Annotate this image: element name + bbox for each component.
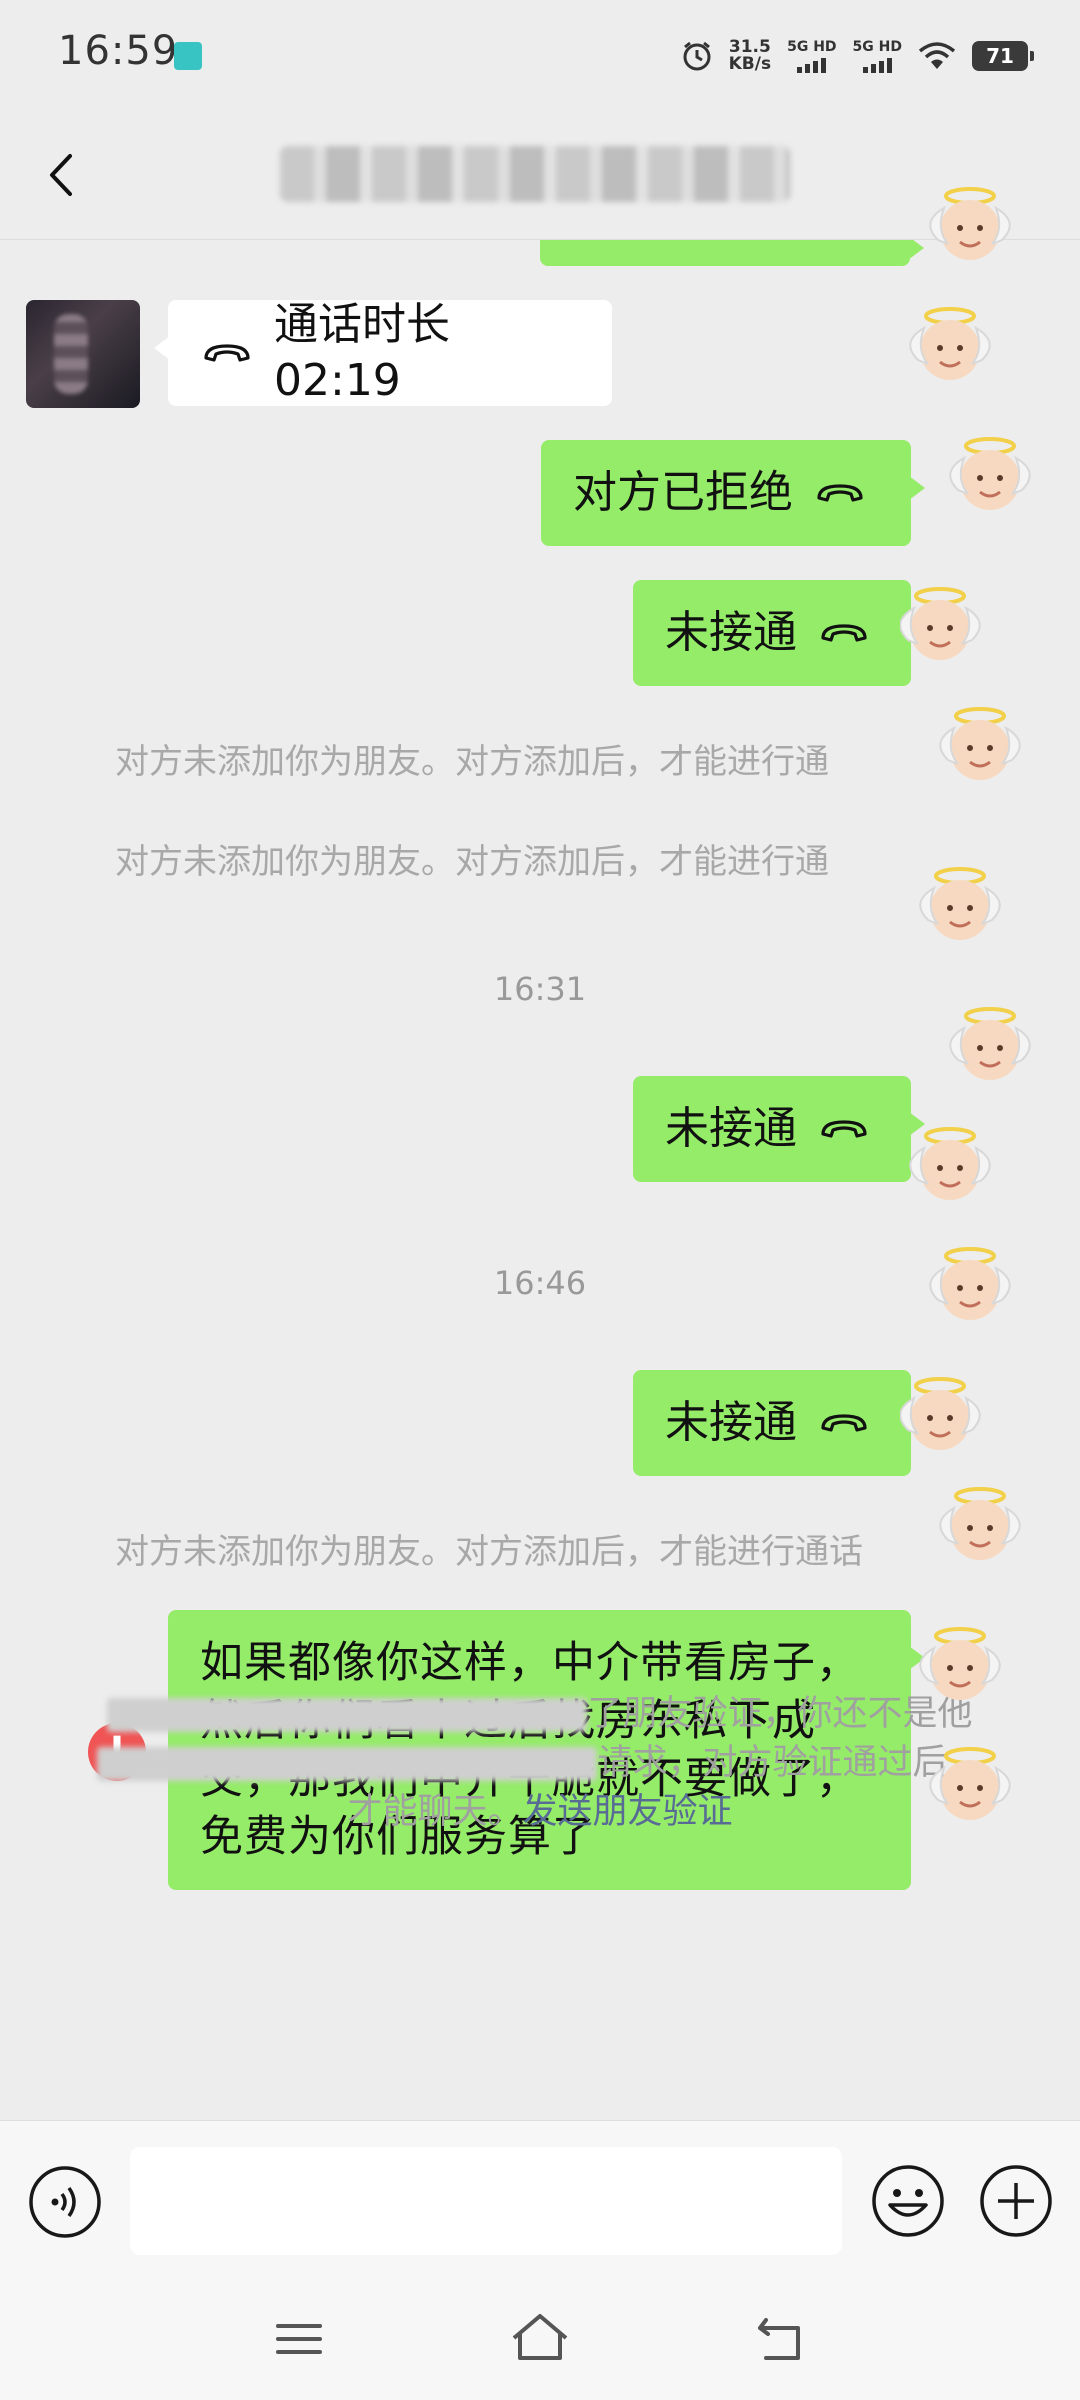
system-notice: 对方未添加你为朋友。对方添加后，才能进行通话	[115, 1532, 863, 1572]
home-icon[interactable]	[508, 2308, 572, 2368]
alarm-icon	[683, 41, 711, 71]
notice-line-2: 请求，对方验证通过后，	[80, 1739, 1000, 1788]
message-input[interactable]	[130, 2147, 842, 2255]
call-not-connected-bubble[interactable]: 未接通	[633, 580, 925, 686]
sim2-label: 5G HD	[852, 38, 902, 55]
call-not-connected-bubble[interactable]: 未接通	[633, 1370, 925, 1476]
sim1-signal: 5G HD	[787, 38, 837, 73]
redacted-text	[107, 1698, 588, 1732]
wifi-icon	[918, 42, 956, 69]
status-indicators: 31.5 KB/s 5G HD 5G HD 71	[681, 32, 1034, 80]
contact-avatar[interactable]	[26, 300, 140, 408]
call-record-bubble[interactable]: 通话时长 02:19	[154, 299, 612, 406]
phone-hangup-icon	[204, 344, 250, 362]
notice-text: 才能聊天。	[347, 1792, 523, 1832]
call-not-connected-bubble[interactable]: 未接通	[633, 1076, 925, 1182]
chat-input-bar	[0, 2120, 1080, 2280]
system-nav-bar	[0, 2280, 1080, 2400]
sim1-label: 5G HD	[787, 38, 837, 55]
redacted-text	[97, 1747, 598, 1781]
emoji-icon[interactable]	[870, 2163, 946, 2239]
back-button[interactable]	[30, 140, 100, 210]
system-notice: 对方未添加你为朋友。对方添加后，才能进行通	[115, 742, 829, 782]
call-not-connected-text: 未接通	[665, 1103, 797, 1154]
notice-line-1: 了朋友验证，你还不是他	[80, 1690, 1000, 1739]
call-not-connected-text: 未接通	[665, 607, 797, 658]
call-rejected-text: 对方已拒绝	[573, 467, 793, 518]
chat-title-redacted	[280, 146, 790, 202]
signal-bars-icon	[862, 57, 892, 73]
phone-hangup-icon	[821, 1120, 867, 1138]
notice-line-3: 才能聊天。发送朋友验证	[80, 1788, 1000, 1837]
send-verification-link[interactable]: 发送朋友验证	[523, 1792, 733, 1832]
status-bar: 16:59 31.5 KB/s 5G HD 5G HD 71	[0, 0, 1080, 110]
chat-header	[0, 110, 1080, 240]
notice-text: 请求，对方验证通过后，	[597, 1743, 983, 1783]
message-list[interactable]: 通话时长 02:19 对方已拒绝 未接通 对方未添加你为朋友。对方添加后，才能进…	[0, 240, 1080, 2120]
sim2-signal: 5G HD	[853, 40, 902, 73]
voice-icon[interactable]	[28, 2165, 102, 2239]
phone-hangup-icon	[821, 624, 867, 642]
menu-icon[interactable]	[270, 2310, 328, 2368]
system-notice: 对方未添加你为朋友。对方添加后，才能进行通	[115, 842, 829, 882]
phone-hangup-icon	[817, 484, 863, 502]
friend-verification-notice: 了朋友验证，你还不是他 请求，对方验证通过后， 才能聊天。发送朋友验证	[80, 1690, 1000, 1837]
phone-hangup-icon	[821, 1414, 867, 1432]
battery-icon: 71	[972, 41, 1034, 71]
call-not-connected-text: 未接通	[665, 1397, 797, 1448]
network-speed: 31.5 KB/s	[729, 39, 771, 73]
signal-bars-icon	[797, 57, 827, 73]
back-nav-icon[interactable]	[752, 2310, 810, 2368]
plus-icon[interactable]	[978, 2163, 1054, 2239]
call-duration-text: 通话时长 02:19	[274, 299, 450, 406]
app-notification-icon	[174, 42, 202, 70]
network-speed-unit: KB/s	[728, 54, 772, 74]
status-time: 16:59	[58, 28, 179, 74]
timestamp: 16:46	[493, 1264, 587, 1302]
message-bubble-partial[interactable]	[540, 240, 924, 266]
call-rejected-bubble[interactable]: 对方已拒绝	[541, 440, 925, 546]
notice-text: 了朋友验证，你还不是他	[587, 1694, 973, 1734]
timestamp: 16:31	[493, 970, 587, 1008]
